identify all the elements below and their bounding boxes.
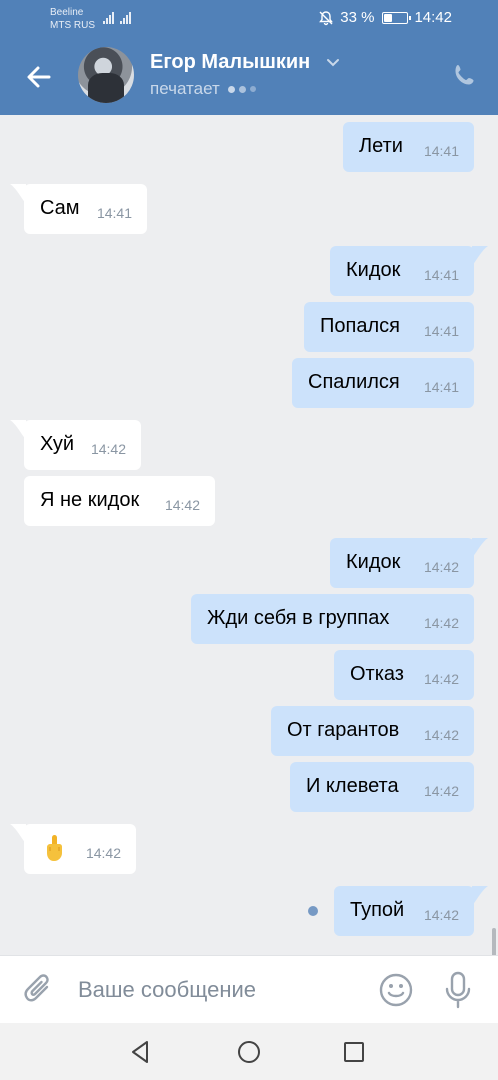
outgoing-message[interactable]: Кидок 14:42 [330,538,488,588]
message-time: 14:42 [90,441,126,457]
bubble-tail [10,184,26,204]
message-time: 14:41 [423,143,459,159]
message-time: 14:42 [423,559,459,575]
message-time: 14:41 [96,205,132,221]
outgoing-message[interactable]: И клевета 14:42 [290,762,474,812]
carrier-name-1: Beeline [50,7,84,18]
status-clock: 14:42 [414,9,452,26]
outgoing-message[interactable]: Попался 14:41 [304,302,474,352]
bubble-tail [10,824,26,844]
message-time: 14:41 [423,323,459,339]
triangle-back-icon[interactable] [128,1039,154,1065]
chevron-down-icon[interactable] [326,58,340,68]
message-time: 14:42 [85,845,121,861]
outgoing-message[interactable]: Отказ 14:42 [334,650,474,700]
message-text: Спалился [308,371,400,393]
battery-level [384,13,393,22]
incoming-message[interactable]: Я не кидок 14:42 [24,476,215,526]
message-text: Сам [40,197,80,219]
message-text: Тупой [350,899,405,921]
typing-label: печатает [150,79,220,98]
phone-icon[interactable] [452,62,478,88]
message-input[interactable] [78,972,358,1008]
outgoing-message[interactable]: Лети 14:41 [343,122,474,172]
battery-icon [382,11,412,24]
bubble-tail [472,886,488,906]
signal-strength-icon-2 [120,10,131,24]
message-time: 14:42 [423,615,459,631]
message-text: Кидок [346,551,401,573]
square-recent-icon[interactable] [341,1039,367,1065]
bubble-tail [472,246,488,266]
signal-icons [103,10,131,24]
do-not-disturb-bell-icon [319,10,334,25]
microphone-icon[interactable] [443,970,473,1010]
message-text: Отказ [350,663,404,685]
message-composer [0,955,498,1023]
middle-finger-emoji-icon [47,835,62,861]
message-text: Попался [320,315,400,337]
outgoing-message[interactable]: Тупой 14:42 [334,886,488,936]
paperclip-icon[interactable] [22,972,56,1008]
message-time: 14:41 [423,379,459,395]
outgoing-message[interactable]: Спалился 14:41 [292,358,474,408]
battery-percent: 33 % [340,9,375,26]
message-text: Жди себя в группах [207,607,390,629]
message-text: Кидок [346,259,401,281]
circle-home-icon[interactable] [236,1039,262,1065]
message-text: Я не кидок [40,489,140,511]
incoming-message[interactable]: 14:42 [10,824,136,874]
message-time: 14:41 [423,267,459,283]
message-time: 14:42 [423,783,459,799]
android-nav-bar [0,1023,498,1080]
chat-screen: Beeline MTS RUS 33 % 14:42 Егор Малышкин… [0,0,498,1080]
contact-name[interactable]: Егор Малышкин [150,51,310,74]
carrier-name-2: MTS RUS [50,20,95,31]
contact-avatar[interactable] [78,47,134,103]
message-time: 14:42 [423,671,459,687]
carrier-info: Beeline MTS RUS [50,6,95,32]
message-text: От гарантов [287,719,400,741]
status-bar: Beeline MTS RUS 33 % 14:42 [0,0,498,36]
typing-status: печатает [150,79,256,99]
outgoing-message[interactable]: Жди себя в группах 14:42 [191,594,474,644]
signal-strength-icon [103,10,114,24]
outgoing-message[interactable]: От гарантов 14:42 [271,706,474,756]
smiley-icon[interactable] [378,972,414,1008]
message-text: И клевета [306,775,399,797]
back-arrow-icon[interactable] [22,60,56,94]
message-list[interactable]: Лети 14:41 Сам 14:41 Кидок 14:41 Попался 14:41 С… [0,115,498,1068]
message-text: Лети [359,135,403,157]
message-time: 14:42 [423,727,459,743]
message-time: 14:42 [423,907,459,923]
outgoing-message[interactable]: Кидок 14:41 [330,246,488,296]
incoming-message[interactable]: Хуй 14:42 [10,420,141,470]
status-right: 33 % 14:42 [318,9,452,26]
incoming-message[interactable]: Сам 14:41 [10,184,147,234]
bubble-tail [10,420,26,440]
typing-dots-icon [227,85,256,93]
chat-header: Beeline MTS RUS 33 % 14:42 Егор Малышкин… [0,0,498,115]
message-time: 14:42 [164,497,200,513]
message-text: Хуй [40,433,75,455]
unread-indicator [308,906,318,916]
bubble-tail [472,538,488,558]
